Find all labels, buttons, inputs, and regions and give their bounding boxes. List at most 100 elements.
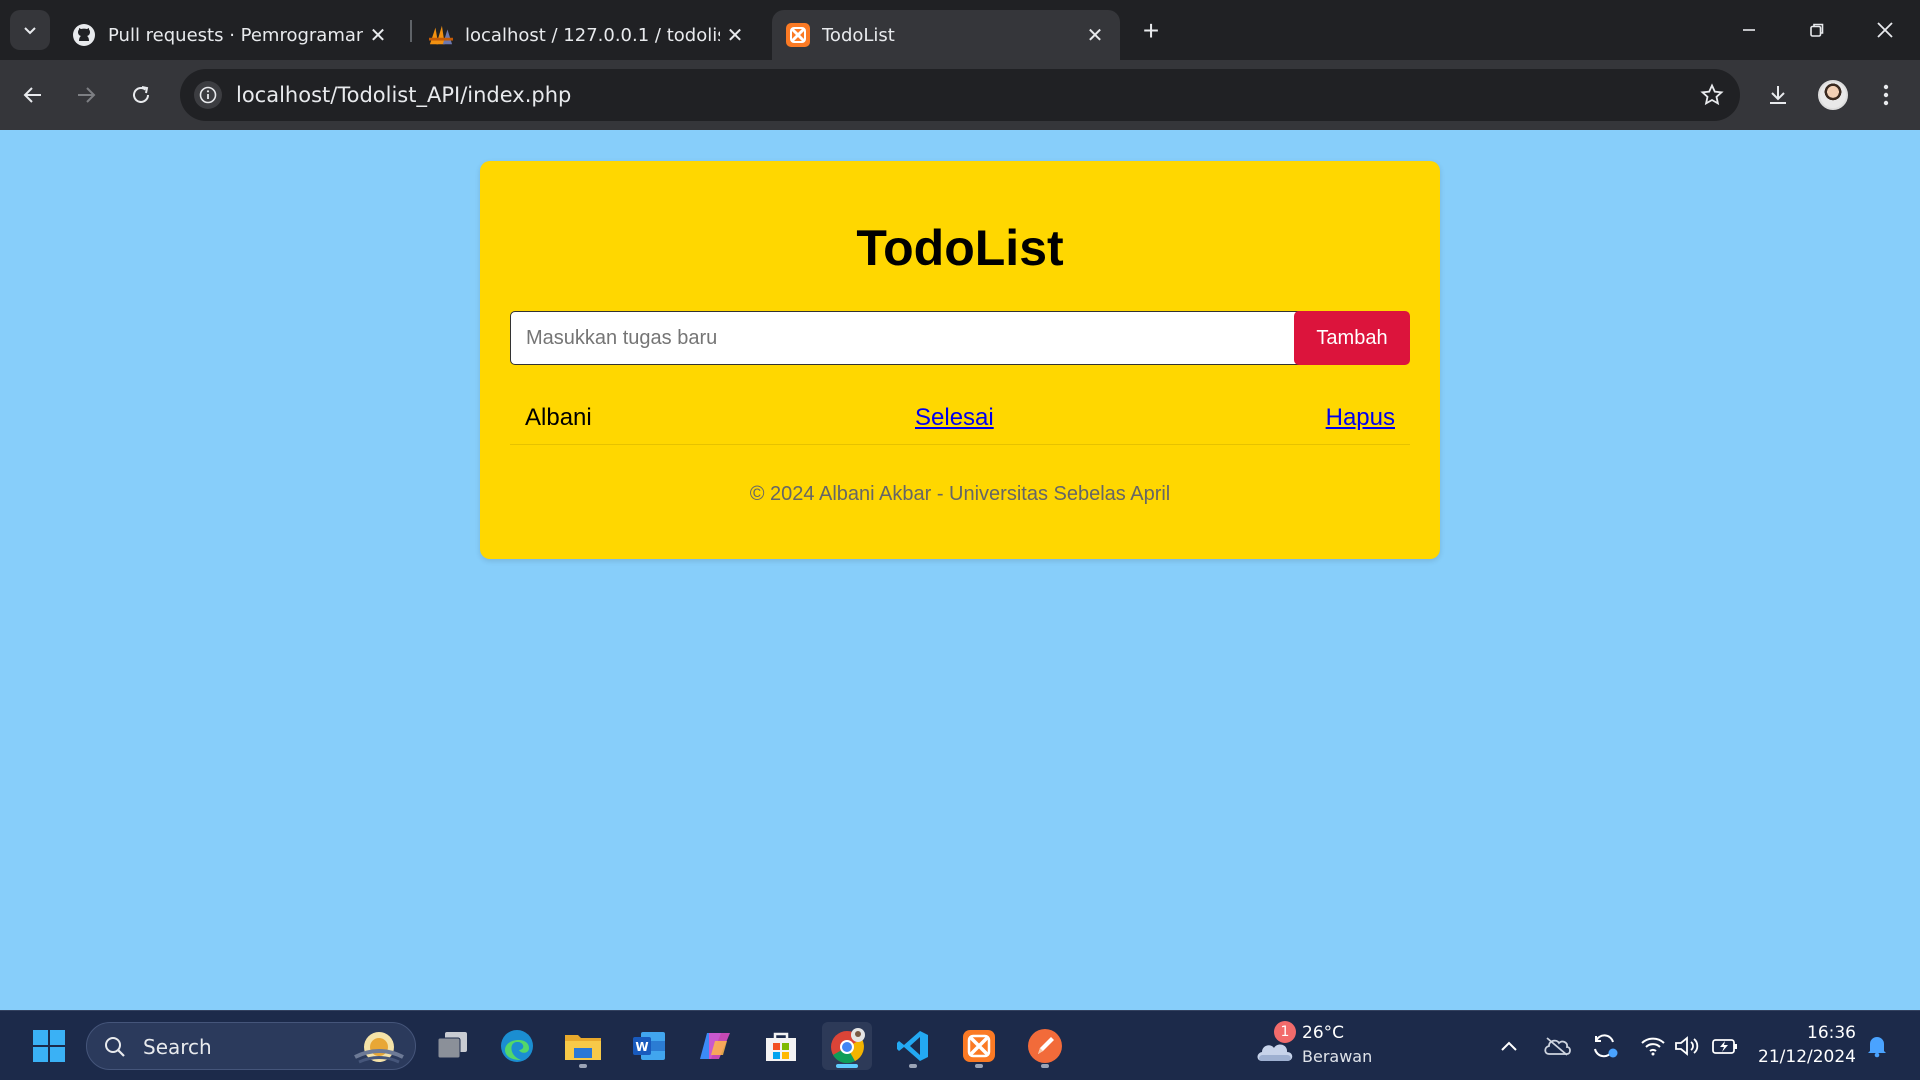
avatar xyxy=(1818,80,1848,110)
xampp-button[interactable] xyxy=(954,1022,1004,1070)
tab-title: Pull requests · Pemrograman-Backend xyxy=(108,24,363,46)
close-icon[interactable]: ✕ xyxy=(363,20,393,50)
notifications-button[interactable] xyxy=(1862,1031,1892,1061)
windows-taskbar: Search W 1 26°C Berawan 16:36 21/12/2024 xyxy=(0,1010,1920,1080)
task-name: Albani xyxy=(525,404,592,431)
clock-date: 21/12/2024 xyxy=(1758,1047,1856,1067)
reload-icon xyxy=(133,86,149,103)
add-task-button[interactable]: Tambah xyxy=(1294,311,1410,365)
active-indicator xyxy=(836,1064,858,1068)
sync-icon xyxy=(1594,1034,1618,1058)
cloud-offline-icon xyxy=(1544,1037,1571,1056)
vscode-icon xyxy=(897,1031,928,1061)
close-icon[interactable]: ✕ xyxy=(720,20,750,50)
restore-button[interactable] xyxy=(1792,8,1842,52)
wifi-icon xyxy=(1641,1037,1665,1056)
copilot-icon xyxy=(700,1033,730,1059)
running-indicator xyxy=(579,1064,587,1068)
weather-widget[interactable]: 1 26°C Berawan xyxy=(1252,1021,1402,1071)
svg-text:W: W xyxy=(635,1040,648,1054)
running-indicator xyxy=(909,1064,917,1068)
xampp-icon xyxy=(786,23,810,47)
tab-todolist[interactable]: TodoList ✕ xyxy=(772,10,1120,60)
word-button[interactable]: W xyxy=(624,1022,674,1070)
tab-title: TodoList xyxy=(822,24,895,46)
site-info-icon[interactable] xyxy=(194,81,222,109)
browser-toolbar: localhost/Todolist_API/index.php xyxy=(0,60,1920,130)
wifi-button[interactable] xyxy=(1638,1031,1668,1061)
new-tab-button[interactable]: + xyxy=(1134,14,1168,48)
show-hidden-icons-button[interactable] xyxy=(1494,1031,1524,1061)
task-input[interactable] xyxy=(510,311,1309,365)
url-text[interactable]: localhost/Todolist_API/index.php xyxy=(236,83,571,107)
address-bar[interactable]: localhost/Todolist_API/index.php xyxy=(180,69,1740,121)
tab-title: localhost / 127.0.0.1 / todolist_db xyxy=(465,24,720,46)
xampp-icon xyxy=(963,1030,995,1062)
notification-badge: 1 xyxy=(1274,1021,1296,1043)
vscode-button[interactable] xyxy=(888,1022,938,1070)
task-view-button[interactable] xyxy=(428,1022,478,1070)
plus-icon: + xyxy=(1142,15,1160,46)
store-button[interactable] xyxy=(756,1022,806,1070)
system-clock[interactable]: 16:36 21/12/2024 xyxy=(1756,1021,1856,1069)
browser-tab-bar: Pull requests · Pemrograman-Backend ✕ lo… xyxy=(0,0,1920,60)
running-indicator xyxy=(975,1064,983,1068)
download-icon xyxy=(1770,86,1786,104)
battery-charging-icon xyxy=(1712,1039,1737,1054)
bookmark-star-icon[interactable] xyxy=(1698,81,1726,109)
arrow-right-icon xyxy=(78,87,96,103)
reload-button[interactable] xyxy=(121,75,161,115)
draw-icon xyxy=(1028,1029,1062,1063)
task-item: Albani Selesai Hapus xyxy=(510,397,1410,445)
profile-button[interactable] xyxy=(1813,75,1853,115)
search-highlight-icon xyxy=(354,1032,404,1064)
copilot-button[interactable] xyxy=(690,1022,740,1070)
taskbar-search[interactable]: Search xyxy=(86,1022,416,1070)
onedrive-button[interactable] xyxy=(1542,1031,1572,1061)
tab-search-button[interactable] xyxy=(10,10,50,50)
chrome-icon xyxy=(831,1028,865,1064)
folder-icon xyxy=(565,1035,601,1060)
complete-task-link[interactable]: Selesai xyxy=(915,404,994,432)
page-viewport: TodoList Tambah Albani Selesai Hapus © 2… xyxy=(0,130,1920,1010)
weather-condition: Berawan xyxy=(1302,1047,1373,1066)
draw-app-button[interactable] xyxy=(1020,1022,1070,1070)
chrome-button[interactable] xyxy=(822,1022,872,1070)
volume-button[interactable] xyxy=(1672,1031,1702,1061)
edge-icon xyxy=(501,1030,533,1062)
minimize-icon xyxy=(1743,29,1755,31)
edge-button[interactable] xyxy=(492,1022,542,1070)
tab-phpmyadmin[interactable]: localhost / 127.0.0.1 / todolist_db ✕ xyxy=(415,10,760,60)
task-view-icon xyxy=(437,1032,467,1059)
menu-button[interactable] xyxy=(1866,75,1906,115)
back-button[interactable] xyxy=(13,75,53,115)
speaker-icon xyxy=(1675,1036,1699,1056)
forward-button[interactable] xyxy=(66,75,106,115)
close-icon xyxy=(1877,22,1893,38)
footer-text: © 2024 Albani Akbar - Universitas Sebela… xyxy=(749,483,1171,505)
battery-button[interactable] xyxy=(1710,1031,1740,1061)
restore-icon xyxy=(1810,23,1824,37)
tab-separator xyxy=(410,20,412,42)
file-explorer-button[interactable] xyxy=(558,1022,608,1070)
minimize-button[interactable] xyxy=(1724,8,1774,52)
github-icon xyxy=(72,23,96,47)
more-vert-icon xyxy=(1883,84,1889,106)
downloads-button[interactable] xyxy=(1758,75,1798,115)
chevron-up-icon xyxy=(1501,1041,1517,1051)
phpmyadmin-icon xyxy=(429,23,453,47)
clock-time: 16:36 xyxy=(1807,1023,1856,1043)
tab-pull-requests[interactable]: Pull requests · Pemrograman-Backend ✕ xyxy=(58,10,403,60)
sync-button[interactable] xyxy=(1590,1031,1620,1061)
search-label: Search xyxy=(143,1035,212,1059)
arrow-left-icon xyxy=(23,87,41,103)
start-button[interactable] xyxy=(24,1022,74,1070)
running-indicator xyxy=(1041,1064,1049,1068)
weather-temperature: 26°C xyxy=(1302,1023,1345,1043)
close-icon[interactable]: ✕ xyxy=(1080,20,1110,50)
close-window-button[interactable] xyxy=(1860,8,1910,52)
store-icon xyxy=(766,1032,796,1061)
word-icon: W xyxy=(633,1032,665,1060)
delete-task-link[interactable]: Hapus xyxy=(1326,404,1395,432)
windows-icon xyxy=(33,1030,65,1062)
